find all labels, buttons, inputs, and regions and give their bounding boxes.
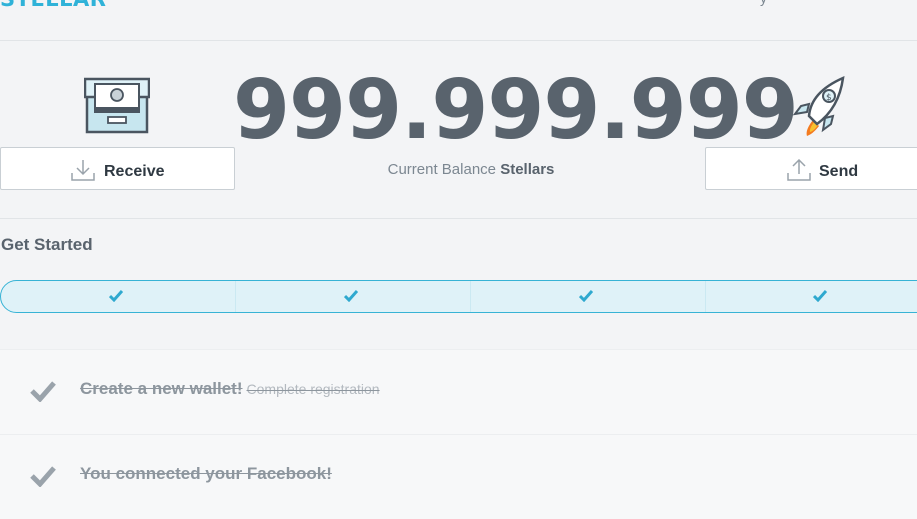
receive-button[interactable]: Receive: [0, 147, 235, 190]
checkmark-icon: [30, 381, 56, 402]
progress-step[interactable]: [471, 281, 706, 312]
section-divider: [0, 218, 917, 219]
get-started-title: Get Started: [1, 235, 93, 254]
send-button[interactable]: Send: [705, 147, 917, 190]
onboarding-progress-bar: [0, 280, 917, 313]
task-title: You connected your Facebook!: [80, 464, 332, 483]
task-title: Create a new wallet! Complete registratio…: [80, 379, 380, 398]
send-label: Send: [819, 163, 859, 180]
balance-amount: 999.999.999: [233, 63, 799, 158]
balance-label: Current Balance Stellars: [330, 161, 612, 178]
task-item[interactable]: Create a new wallet! Complete registratio…: [0, 349, 917, 434]
money-tray-icon: [84, 77, 150, 134]
balance-label-prefix: Current Balance: [387, 161, 497, 178]
check-icon: [579, 290, 593, 302]
upload-icon: [787, 159, 811, 181]
progress-step[interactable]: [705, 281, 917, 312]
header-right-text[interactable]: y: [760, 0, 767, 6]
download-icon: [71, 160, 95, 181]
rocket-icon: $: [792, 75, 845, 136]
progress-step[interactable]: [236, 281, 471, 312]
check-icon: [109, 290, 123, 302]
top-bar: STELLAR y: [0, 0, 917, 41]
task-item[interactable]: You connected your Facebook!: [0, 434, 917, 519]
brand-logo[interactable]: STELLAR: [0, 0, 106, 11]
receive-label: Receive: [104, 163, 165, 180]
progress-step[interactable]: [1, 281, 236, 312]
task-subtitle: Complete registration: [246, 381, 380, 397]
balance-currency: Stellars: [500, 161, 555, 178]
check-icon: [813, 290, 827, 302]
checkmark-icon: [30, 466, 56, 487]
svg-text:$: $: [826, 93, 832, 103]
check-icon: [344, 290, 358, 302]
